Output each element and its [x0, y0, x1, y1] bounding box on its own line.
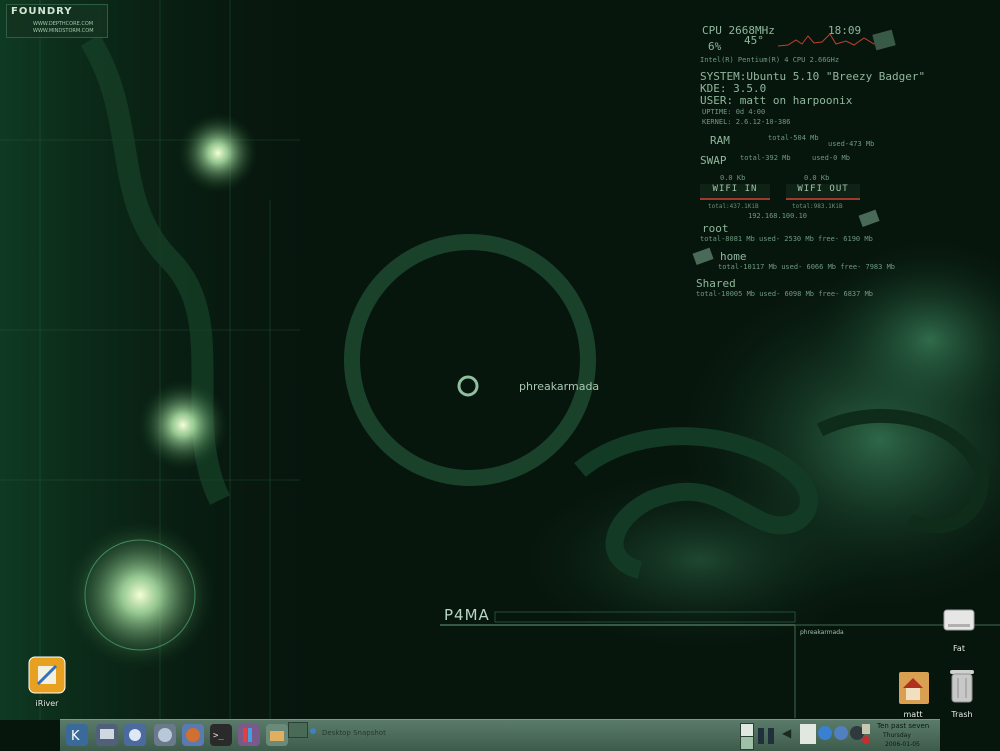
cpu-percent: 6% — [708, 40, 722, 53]
clock-date: 2006-01-05 — [885, 741, 920, 748]
home-stats: total-10117 Mb used- 6066 Mb free- 7983 … — [718, 263, 896, 271]
svg-text:>_: >_ — [213, 731, 224, 741]
network-tray-icon[interactable] — [818, 726, 832, 740]
brand-url-2: WWW.MINDSTORM.COM — [33, 28, 94, 34]
wallpaper-phreakarmada-small: phreakarmada — [800, 629, 844, 636]
matt-label: matt — [903, 710, 923, 719]
wifi-out-total: total:983.1KiB — [792, 203, 843, 210]
trash-label: Trash — [951, 710, 973, 719]
globe-icon — [158, 728, 172, 742]
iriver-label: iRiver — [35, 699, 59, 708]
folder-icon — [270, 731, 284, 741]
kde-menu-button[interactable]: K — [66, 724, 88, 746]
brand-url-1: WWW.DEPTHCORE.COM — [33, 21, 94, 27]
wifi-in-box: WIFI IN — [700, 184, 770, 200]
user-info: USER: matt on harpoonix — [700, 94, 853, 107]
clock-day: Thursday — [883, 732, 911, 739]
desktop-icon-fat[interactable]: Fat — [934, 600, 984, 653]
firefox-icon — [186, 728, 200, 742]
shared-label: Shared — [696, 277, 736, 290]
battery-tray-icon[interactable] — [758, 728, 764, 744]
file-manager-button[interactable] — [266, 724, 288, 746]
home-label: home — [720, 250, 747, 263]
swap-label: SWAP — [700, 154, 727, 167]
office-button[interactable] — [238, 724, 260, 746]
volume-tray-icon[interactable] — [768, 728, 774, 744]
tray-arrow-icon[interactable]: ◀ — [782, 726, 791, 740]
desktop-icon-trash[interactable]: Trash — [937, 662, 987, 719]
wallpaper-p4ma-text: P4MA — [444, 606, 490, 624]
desktop-icon-iriver[interactable]: iRiver — [22, 655, 72, 708]
hard-drive-icon — [692, 247, 714, 266]
system-graph-tray-icon[interactable] — [800, 724, 816, 744]
trash-icon — [950, 670, 974, 703]
home-folder-icon — [899, 672, 929, 704]
cpu-model: Intel(R) Pentium(R) 4 CPU 2.66GHz — [700, 56, 840, 64]
hard-drive-icon — [858, 209, 880, 228]
system-monitor: CPU 2668MHz 18:09 6% 45° Intel(R) Pentiu… — [690, 22, 990, 312]
brand-name: FOUNDRY — [11, 6, 73, 17]
uptime-info: UPTIME: 0d 4:00 — [702, 108, 766, 116]
desktop-pager[interactable] — [288, 722, 308, 738]
cpu-label: CPU 2668MHz — [702, 24, 775, 37]
wifi-out-value: 0.0 Kb — [804, 174, 830, 182]
monitor-icon — [100, 729, 114, 739]
window-app-icon — [310, 728, 316, 734]
notes-tray-icon[interactable] — [740, 736, 754, 750]
wallpaper-phreakarmada-text: phreakarmada — [519, 380, 600, 393]
wifi-in-value: 0.0 Kb — [720, 174, 746, 182]
konqueror-button[interactable] — [154, 724, 176, 746]
clock-fuzzy-time[interactable]: Ten past seven — [877, 722, 929, 730]
cpu-temp: 45° — [744, 34, 764, 47]
fat-label: Fat — [953, 644, 965, 653]
books-icon — [243, 728, 252, 742]
show-desktop-button[interactable] — [96, 724, 118, 746]
iriver-icon — [28, 656, 66, 694]
desktop-icon-matt[interactable]: matt — [888, 664, 938, 719]
ram-total: total-504 Mb — [768, 134, 819, 142]
ip-address: 192.168.100.10 — [748, 212, 808, 220]
wifi-in-label: WIFI IN — [712, 184, 758, 194]
wifi-out-box: WIFI OUT — [786, 184, 860, 200]
swap-used: used-0 Mb — [812, 154, 850, 162]
drive-icon — [943, 609, 975, 631]
taskbar-window-title[interactable]: Desktop Snapshot — [322, 729, 386, 737]
kde-logo-icon: K — [71, 729, 80, 744]
kde-apps-button[interactable] — [124, 724, 146, 746]
update-tray-icon[interactable] — [834, 726, 848, 740]
logout-icon[interactable] — [862, 736, 870, 744]
kde-panel: K >_ Desktop Snapshot ◀ Ten past seven T… — [60, 719, 940, 751]
root-stats: total-8081 Mb used- 2530 Mb free- 6190 M… — [700, 235, 873, 243]
root-label: root — [702, 222, 729, 235]
swap-total: total-392 Mb — [740, 154, 791, 162]
wifi-out-label: WIFI OUT — [797, 184, 849, 194]
foundry-logo: FOUNDRY WWW.DEPTHCORE.COM WWW.MINDSTORM.… — [6, 4, 108, 38]
kde-gear-icon — [129, 729, 141, 741]
wifi-in-total: total:437.1KiB — [708, 203, 759, 210]
ram-label: RAM — [710, 134, 730, 147]
lock-icon[interactable] — [862, 724, 870, 734]
svg-text:K: K — [71, 729, 80, 744]
terminal-icon: >_ — [213, 731, 224, 741]
clipboard-tray-icon[interactable] — [740, 723, 754, 737]
cpu-chip-icon — [872, 29, 896, 51]
shared-stats: total-10005 Mb used- 6098 Mb free- 6837 … — [696, 290, 874, 298]
firefox-button[interactable] — [182, 724, 204, 746]
kernel-info: KERNEL: 2.6.12-10-386 — [702, 118, 791, 126]
ram-used: used-473 Mb — [828, 140, 875, 148]
terminal-button[interactable]: >_ — [210, 724, 232, 746]
